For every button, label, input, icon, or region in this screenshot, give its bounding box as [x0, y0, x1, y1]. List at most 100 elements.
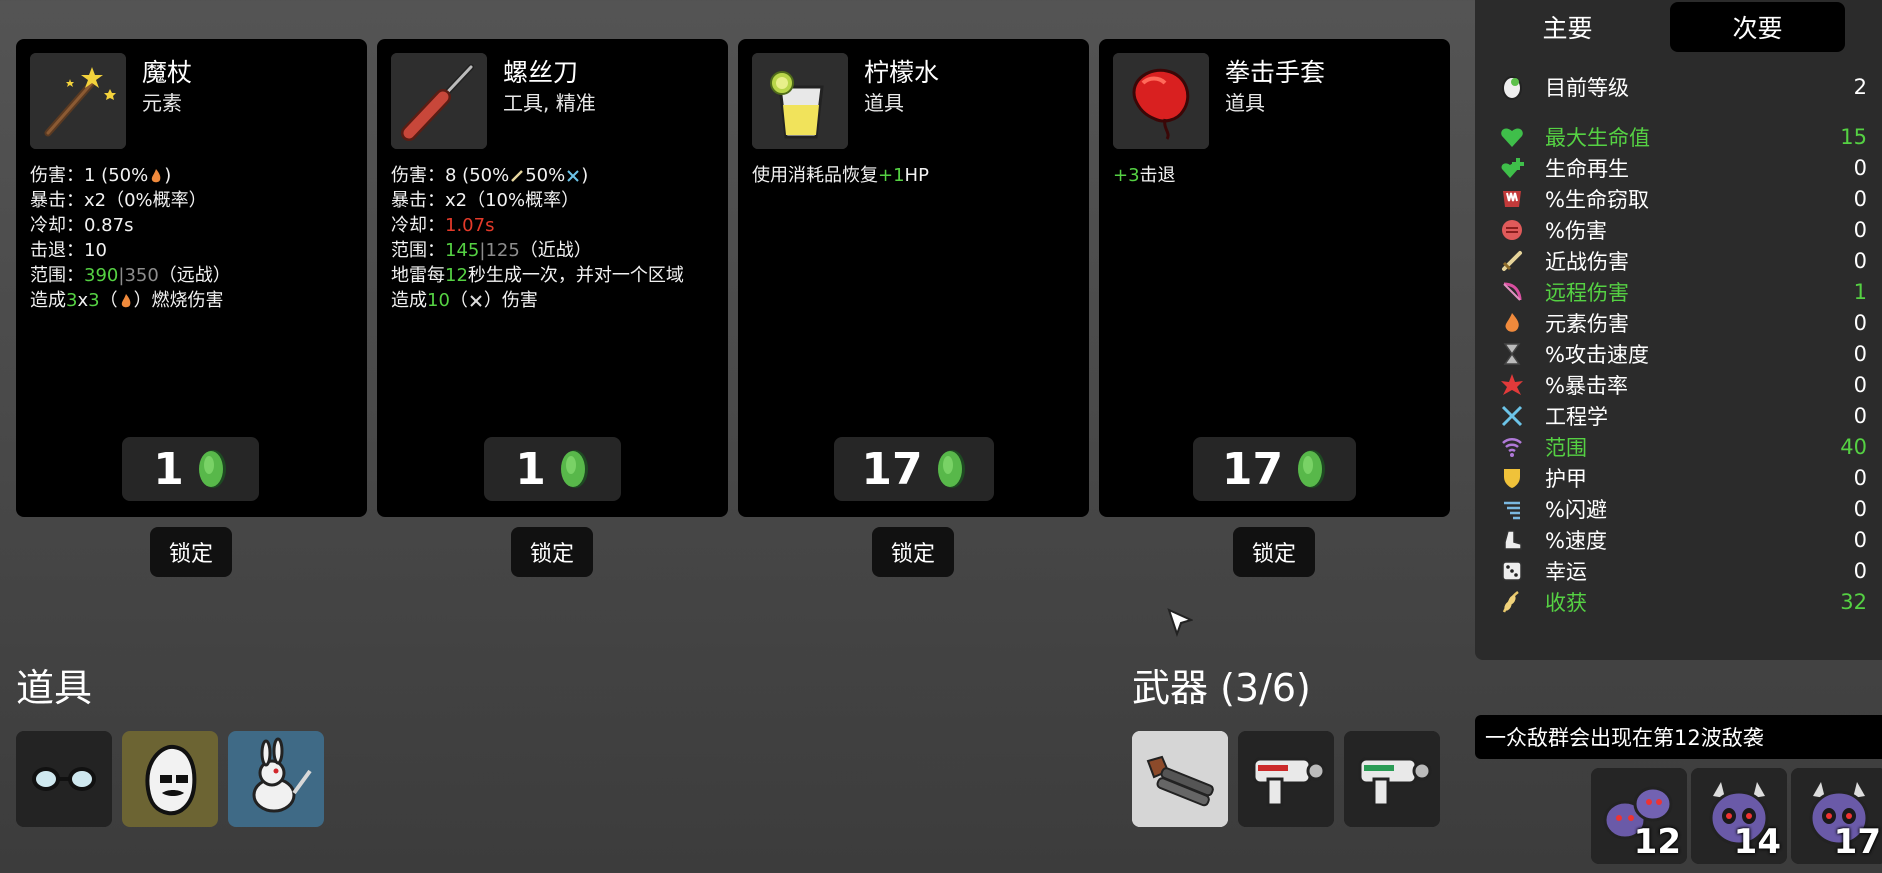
item-slot-rabbit[interactable]: [228, 731, 324, 827]
lock-button[interactable]: 锁定: [872, 527, 954, 577]
lock-button[interactable]: 锁定: [511, 527, 593, 577]
sword-icon: [511, 169, 524, 182]
stat-row-speed[interactable]: %速度 0: [1497, 524, 1867, 555]
price-tag: 17: [1193, 437, 1356, 501]
flame-icon: [152, 168, 161, 182]
item-type: 工具, 精准: [503, 91, 596, 115]
stat-row-engineering[interactable]: 工程学 0: [1497, 400, 1867, 431]
stat-value: 0: [1853, 372, 1867, 397]
crit-text: 暴击：x2（10%概率）: [391, 190, 580, 211]
knockback-text: 击退：10: [30, 240, 107, 261]
stat-row-harvesting[interactable]: 收获 32: [1497, 586, 1867, 617]
item-type: 道具: [1225, 91, 1265, 115]
regen-icon: [1497, 153, 1527, 183]
bow-icon: [1497, 277, 1527, 307]
stat-row-attack-speed[interactable]: %攻击速度 0: [1497, 338, 1867, 369]
shop-card-lemonade[interactable]: 柠檬水 道具 使用消耗品恢复 +1 HP 17: [738, 39, 1089, 517]
heart-icon: [1497, 122, 1527, 152]
effect-value: +1: [878, 165, 905, 186]
stat-row-ranged[interactable]: 远程伤害 1: [1497, 276, 1867, 307]
range-suffix: （近战）: [519, 240, 592, 261]
stats-panel: 主要 次要 目前等级 2 最大生命值 15 生命再生 0 %生命窃取 0 %伤害 0 近…: [1475, 0, 1882, 660]
tab-primary[interactable]: 主要: [1500, 2, 1635, 52]
shop-card-screwdriver[interactable]: 螺丝刀 工具, 精准 伤害：8 (50% 50%) 暴击：x2（10%概率） 冷却…: [377, 39, 728, 517]
enemy-slot: 12: [1591, 768, 1687, 864]
range-label: 范围：: [391, 240, 445, 261]
dice-icon: [1497, 556, 1527, 586]
price-value: 17: [861, 443, 923, 495]
stat-label: 收获: [1545, 590, 1587, 615]
item-type: 元素: [142, 91, 182, 115]
stat-label: %生命窃取: [1545, 187, 1649, 212]
item-slot-glasses[interactable]: [16, 731, 112, 827]
stat-value: 0: [1853, 310, 1867, 335]
stat-row-melee[interactable]: 近战伤害 0: [1497, 245, 1867, 276]
effect-prefix: 造成: [30, 290, 66, 311]
boxing-glove-icon: [1113, 53, 1209, 149]
stat-row-damage[interactable]: %伤害 0: [1497, 214, 1867, 245]
sword-icon: [1497, 246, 1527, 276]
stat-label: %速度: [1545, 528, 1607, 553]
enemy-count: 14: [1733, 822, 1781, 862]
level-row: 目前等级 2: [1497, 72, 1867, 102]
item-type: 道具: [864, 91, 904, 115]
effect-suffix: 击退: [1139, 165, 1176, 186]
potato-mustache-icon: [122, 731, 218, 827]
stat-label: %暴击率: [1545, 373, 1628, 398]
item-stats: 伤害：8 (50% 50%) 暴击：x2（10%概率） 冷却： 1.07s 范围： 1…: [391, 163, 716, 313]
shop-card-boxing-glove[interactable]: 拳击手套 道具 +3 击退 17: [1099, 39, 1450, 517]
price-tag: 1: [122, 437, 259, 501]
wand-icon: [30, 53, 126, 149]
price-tag: 1: [484, 437, 621, 501]
stat-row-luck[interactable]: 幸运 0: [1497, 555, 1867, 586]
stat-label: 生命再生: [1545, 156, 1629, 181]
laser-gun-icon: [1344, 731, 1440, 827]
weapon-slot-laser-gun-2[interactable]: [1344, 731, 1440, 827]
stat-label: %闪避: [1545, 497, 1607, 522]
stat-row-lifesteal[interactable]: %生命窃取 0: [1497, 183, 1867, 214]
stat-row-elemental[interactable]: 元素伤害 0: [1497, 307, 1867, 338]
stat-value: 0: [1853, 496, 1867, 521]
wrench-icon: [567, 169, 579, 182]
effect-value: 12: [445, 265, 468, 286]
enemy-slot: 17: [1791, 768, 1882, 864]
stat-row-armor[interactable]: 护甲 0: [1497, 462, 1867, 493]
stat-value: 0: [1853, 155, 1867, 180]
tab-secondary[interactable]: 次要: [1670, 2, 1845, 52]
item-name: 螺丝刀: [503, 58, 579, 87]
harvest-icon: [1497, 587, 1527, 617]
stat-value: 0: [1853, 341, 1867, 366]
effect-prefix: 使用消耗品恢复: [752, 165, 878, 186]
effect-mid: （: [449, 290, 468, 311]
item-stats: 使用消耗品恢复 +1 HP: [752, 163, 1077, 188]
lemonade-icon: [752, 53, 848, 149]
wrench-icon: [470, 294, 482, 307]
stat-row-max-hp[interactable]: 最大生命值 15: [1497, 121, 1867, 152]
glasses-icon: [16, 731, 112, 827]
level-value: 2: [1853, 75, 1867, 99]
stat-row-hp-regen[interactable]: 生命再生 0: [1497, 152, 1867, 183]
stat-row-dodge[interactable]: %闪避 0: [1497, 493, 1867, 524]
lock-button[interactable]: 锁定: [150, 527, 232, 577]
range-base: 125: [485, 240, 520, 261]
price-value: 17: [1221, 443, 1284, 495]
weapon-slot-laser-gun[interactable]: [1238, 731, 1334, 827]
crit-icon: [1497, 370, 1527, 400]
mouse-cursor-icon: [1167, 608, 1193, 638]
shotgun-icon: [1132, 731, 1228, 827]
screwdriver-icon: [391, 53, 487, 149]
shop-card-wand[interactable]: 魔杖 元素 伤害：1 (50%) 暴击：x2（0%概率） 冷却：0.87s 击退…: [16, 39, 367, 517]
weapon-slot-shotgun[interactable]: [1132, 731, 1228, 827]
stat-row-crit[interactable]: %暴击率 0: [1497, 369, 1867, 400]
stat-value: 0: [1853, 527, 1867, 552]
stat-row-range[interactable]: 范围 40: [1497, 431, 1867, 462]
stat-label: %伤害: [1545, 218, 1607, 243]
stat-value: 32: [1840, 589, 1867, 614]
item-slot-potato[interactable]: [122, 731, 218, 827]
rabbit-icon: [228, 731, 324, 827]
level-label: 目前等级: [1545, 76, 1629, 100]
range-value: 145: [445, 240, 480, 261]
stat-label: 护甲: [1545, 466, 1587, 491]
lock-button[interactable]: 锁定: [1233, 527, 1315, 577]
stat-label: %攻击速度: [1545, 342, 1649, 367]
